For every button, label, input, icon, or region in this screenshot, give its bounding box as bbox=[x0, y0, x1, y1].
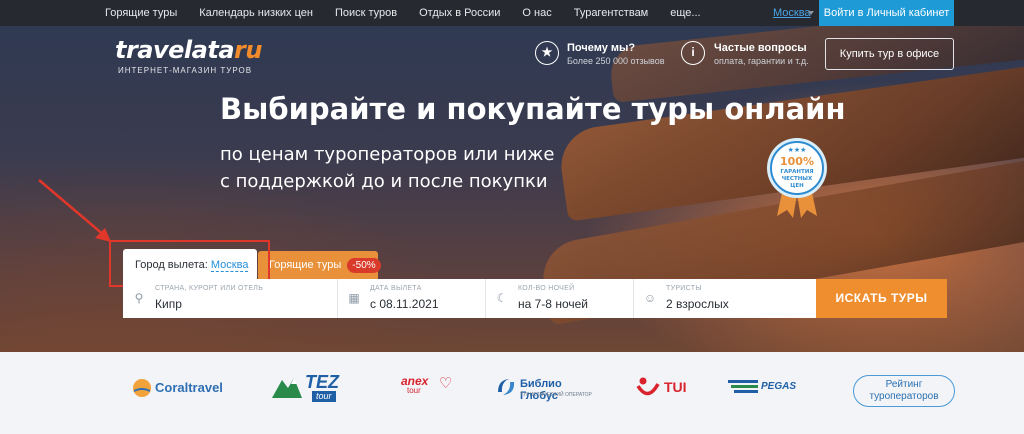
nights-field[interactable]: ☾ КОЛ-ВО НОЧЕЙ на 7-8 ночей bbox=[486, 279, 634, 318]
badge-line1: ГАРАНТИЯ bbox=[780, 169, 813, 175]
city-selector[interactable]: Москва bbox=[773, 0, 811, 26]
biblio-sub-text: ТУРИСТИЧЕСКИЙ ОПЕРАТОР bbox=[520, 392, 592, 398]
anex-sub-text: tour bbox=[407, 386, 421, 395]
destination-value[interactable]: Кипр bbox=[155, 297, 182, 311]
badge-line3: ЦЕН bbox=[790, 183, 804, 189]
date-value[interactable]: с 08.11.2021 bbox=[370, 297, 439, 311]
nav-link-hot-tours[interactable]: Горящие туры bbox=[105, 0, 177, 26]
mountain-icon bbox=[272, 378, 302, 398]
tui-logo[interactable]: TUI bbox=[636, 376, 696, 400]
top-nav-links: Горящие туры Календарь низких цен Поиск … bbox=[105, 0, 723, 26]
tui-smile-icon bbox=[636, 377, 660, 396]
destination-field[interactable]: ⚲ СТРАНА, КУРОРТ ИЛИ ОТЕЛЬ Кипр bbox=[123, 279, 338, 318]
buy-in-office-button[interactable]: Купить тур в офисе bbox=[825, 38, 954, 70]
why-us-title[interactable]: Почему мы? bbox=[567, 42, 635, 54]
rating-line1: Рейтинг bbox=[885, 379, 923, 390]
logo-text: travelata bbox=[115, 36, 235, 64]
price-guarantee-badge: ★★★ 100% ГАРАНТИЯ ЧЕСТНЫХ ЦЕН bbox=[767, 138, 827, 218]
heart-icon: ♡ bbox=[439, 375, 453, 392]
calendar-icon: ▦ bbox=[348, 291, 360, 305]
badge-percent: 100% bbox=[780, 155, 814, 168]
hero-subtitle-line1: по ценам туроператоров или ниже bbox=[220, 144, 555, 165]
partners-strip: Coraltravel TEZ tour anex tour ♡ Библио … bbox=[0, 352, 1024, 434]
tourists-label: ТУРИСТЫ bbox=[666, 285, 702, 292]
search-tours-button[interactable]: ИСКАТЬ ТУРЫ bbox=[816, 279, 947, 318]
date-label: ДАТА ВЫЛЕТА bbox=[370, 285, 422, 292]
globe-swirl-icon bbox=[498, 379, 515, 395]
logo-tagline: ИНТЕРНЕТ-МАГАЗИН ТУРОВ bbox=[118, 66, 253, 75]
faq-title[interactable]: Частые вопросы bbox=[714, 42, 807, 54]
anex-tour-logo[interactable]: anex tour ♡ bbox=[401, 374, 461, 402]
discount-badge: -50% bbox=[347, 258, 381, 273]
tab-hot-tours[interactable]: Горящие туры -50% bbox=[258, 251, 381, 280]
badge-line2: ЧЕСТНЫХ bbox=[782, 176, 813, 182]
nights-value[interactable]: на 7-8 ночей bbox=[518, 297, 588, 311]
tez-text: TEZ bbox=[305, 372, 339, 392]
nav-link-about[interactable]: О нас bbox=[522, 0, 551, 26]
hero-subtitle-line2: с поддержкой до и после покупки bbox=[220, 171, 548, 192]
nav-link-russia[interactable]: Отдых в России bbox=[419, 0, 500, 26]
faq-subtitle: оплата, гарантии и т.д. bbox=[714, 56, 809, 66]
tez-tour-logo[interactable]: TEZ tour bbox=[272, 372, 364, 402]
nav-link-tour-search[interactable]: Поиск туров bbox=[335, 0, 397, 26]
nav-link-more[interactable]: еще... bbox=[670, 0, 700, 26]
logo-ru: ru bbox=[234, 36, 262, 64]
why-us-subtitle: Более 250 000 отзывов bbox=[567, 56, 665, 66]
tez-sub-text: tour bbox=[312, 391, 336, 402]
rating-line2: туроператоров bbox=[869, 391, 939, 402]
pegas-text: PEGAS bbox=[761, 381, 797, 392]
nights-label: КОЛ-ВО НОЧЕЙ bbox=[518, 285, 575, 292]
coral-travel-text: Coraltravel bbox=[155, 380, 223, 395]
hero-title: Выбирайте и покупайте туры онлайн bbox=[220, 92, 846, 126]
moon-icon: ☾ bbox=[496, 291, 508, 305]
tui-text: TUI bbox=[664, 379, 687, 395]
tour-operators-rating-button[interactable]: Рейтинг туроператоров bbox=[853, 375, 955, 407]
destination-label: СТРАНА, КУРОРТ ИЛИ ОТЕЛЬ bbox=[155, 285, 264, 292]
flag-stripes-icon bbox=[728, 380, 758, 393]
annotation-arrow bbox=[38, 179, 111, 242]
tourists-value[interactable]: 2 взрослых bbox=[666, 297, 729, 311]
pegas-logo[interactable]: PEGAS bbox=[728, 378, 796, 398]
login-button[interactable]: Войти в Личный кабинет bbox=[819, 0, 954, 26]
location-pin-icon: ⚲ bbox=[134, 291, 144, 305]
star-icon[interactable]: ★ bbox=[535, 41, 559, 65]
coral-travel-logo[interactable]: Coraltravel bbox=[132, 378, 234, 400]
nav-link-agencies[interactable]: Турагентствам bbox=[574, 0, 649, 26]
tour-search-form: ⚲ СТРАНА, КУРОРТ ИЛИ ОТЕЛЬ Кипр ▦ ДАТА В… bbox=[123, 279, 947, 318]
coral-sun-icon bbox=[133, 379, 151, 397]
nav-link-price-calendar[interactable]: Календарь низких цен bbox=[199, 0, 313, 26]
chevron-down-icon[interactable] bbox=[808, 11, 814, 15]
date-field[interactable]: ▦ ДАТА ВЫЛЕТА с 08.11.2021 bbox=[338, 279, 486, 318]
svg-text:★★★: ★★★ bbox=[788, 146, 807, 154]
biblio-globus-logo[interactable]: Библио Глобус ТУРИСТИЧЕСКИЙ ОПЕРАТОР bbox=[495, 376, 600, 402]
hot-tours-label: Горящие туры bbox=[269, 259, 342, 271]
biblio-text: Библио Глобус bbox=[520, 378, 562, 402]
tourists-field[interactable]: ☺ ТУРИСТЫ 2 взрослых bbox=[634, 279, 816, 318]
info-icon[interactable]: i bbox=[681, 41, 705, 65]
logo[interactable]: travelataru bbox=[115, 36, 262, 64]
top-nav: Горящие туры Календарь низких цен Поиск … bbox=[0, 0, 1024, 26]
user-icon: ☺ bbox=[643, 291, 657, 305]
